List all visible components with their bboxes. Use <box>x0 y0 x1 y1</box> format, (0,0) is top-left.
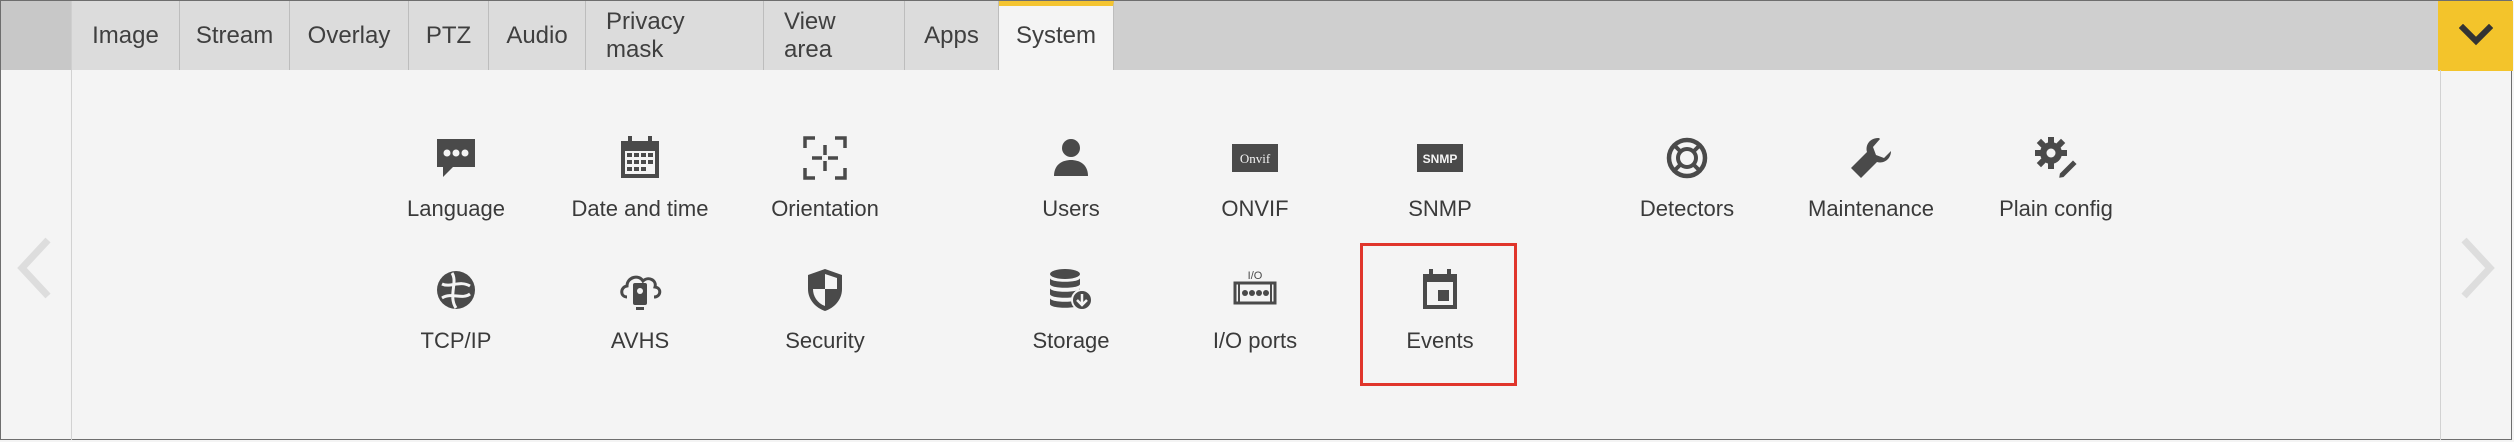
snmp-item[interactable]: SNMP SNMP <box>1348 128 1532 228</box>
security-label: Security <box>785 328 865 353</box>
detectors-label: Detectors <box>1639 196 1735 221</box>
tab-view-area[interactable]: View area <box>764 1 905 70</box>
detectors-item[interactable]: Detectors <box>1595 128 1779 228</box>
tab-overlay[interactable]: Overlay <box>290 1 409 70</box>
orientation-label: Orientation <box>771 196 879 221</box>
plain-config-item[interactable]: Plain config <box>1964 128 2148 228</box>
onvif-label: ONVIF <box>1221 196 1289 221</box>
tab-ptz[interactable]: PTZ <box>409 1 489 70</box>
tcp-ip-item[interactable]: TCP/IP <box>364 260 548 360</box>
next-arrow-icon[interactable] <box>2454 236 2500 300</box>
snmp-icon: SNMP <box>1416 134 1464 182</box>
svg-text:Onvif: Onvif <box>1240 151 1271 166</box>
network-globe-icon <box>432 266 480 314</box>
users-item[interactable]: Users <box>979 128 1163 228</box>
collapse-button[interactable] <box>2438 1 2513 71</box>
date-and-time-label: Date and time <box>571 196 709 221</box>
calendar-icon <box>616 134 664 182</box>
tab-bar-spacer <box>1 1 71 70</box>
snmp-label: SNMP <box>1408 196 1472 221</box>
io-ports-icon: I/O <box>1231 266 1279 314</box>
tab-privacy-mask[interactable]: Privacy mask <box>586 1 764 70</box>
cloud-device-icon <box>616 266 664 314</box>
plain-config-label: Plain config <box>1999 196 2113 221</box>
maintenance-item[interactable]: Maintenance <box>1779 128 1963 228</box>
language-label: Language <box>407 196 505 221</box>
onvif-icon: Onvif <box>1231 134 1279 182</box>
onvif-item[interactable]: Onvif ONVIF <box>1163 128 1347 228</box>
storage-item[interactable]: Storage <box>979 260 1163 360</box>
maintenance-label: Maintenance <box>1808 196 1934 221</box>
language-item[interactable]: Language <box>364 128 548 228</box>
storage-icon <box>1047 266 1095 314</box>
chevron-down-icon <box>2458 24 2493 46</box>
previous-arrow-icon[interactable] <box>12 236 58 300</box>
tab-audio[interactable]: Audio <box>489 1 586 70</box>
gear-pencil-icon <box>2032 134 2080 182</box>
tcp-ip-label: TCP/IP <box>420 328 492 353</box>
svg-text:SNMP: SNMP <box>1423 152 1458 166</box>
event-calendar-icon <box>1416 266 1464 314</box>
security-item[interactable]: Security <box>733 260 917 360</box>
orientation-icon <box>801 134 849 182</box>
user-icon <box>1047 134 1095 182</box>
users-label: Users <box>1042 196 1100 221</box>
chat-bubble-icon <box>432 134 480 182</box>
detector-icon <box>1663 134 1711 182</box>
io-ports-label: I/O ports <box>1212 328 1298 353</box>
tabs: Image Stream Overlay PTZ Audio Privacy m… <box>72 1 1114 70</box>
date-and-time-item[interactable]: Date and time <box>548 128 732 228</box>
tab-stream[interactable]: Stream <box>180 1 290 70</box>
storage-label: Storage <box>1032 328 1110 353</box>
svg-text:I/O: I/O <box>1248 270 1263 282</box>
avhs-label: AVHS <box>610 328 670 353</box>
tab-image[interactable]: Image <box>72 1 180 70</box>
shield-icon <box>801 266 849 314</box>
tab-bar: Image Stream Overlay PTZ Audio Privacy m… <box>1 1 2513 71</box>
events-item[interactable]: Events <box>1348 260 1532 360</box>
orientation-item[interactable]: Orientation <box>733 128 917 228</box>
events-label: Events <box>1406 328 1474 353</box>
tab-apps[interactable]: Apps <box>905 1 999 70</box>
wrench-icon <box>1847 134 1895 182</box>
left-divider <box>71 70 72 440</box>
avhs-item[interactable]: AVHS <box>548 260 732 360</box>
right-divider <box>2440 70 2441 440</box>
io-ports-item[interactable]: I/O I/O ports <box>1163 260 1347 360</box>
tab-system[interactable]: System <box>999 1 1114 70</box>
